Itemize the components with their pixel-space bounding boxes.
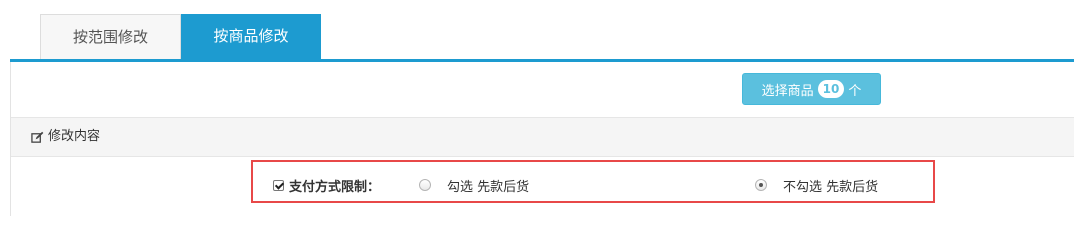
select-goods-label: 选择商品	[761, 83, 814, 99]
radio-circle-selected[interactable]	[755, 179, 767, 191]
select-goods-unit: 个	[848, 83, 862, 99]
checkbox-checked-icon[interactable]	[273, 179, 284, 191]
section-title: 修改内容	[31, 118, 100, 156]
selected-count-badge: 10	[817, 80, 845, 98]
edit-icon	[31, 131, 44, 143]
payment-restriction-label: 支付方式限制：	[289, 179, 381, 195]
tab-underline	[10, 59, 1074, 62]
radio-circle[interactable]	[419, 179, 431, 191]
radio-label: 不勾选 先款后货	[783, 179, 879, 195]
section-header: 修改内容	[11, 117, 1074, 157]
tab-goods-edit[interactable]: 按商品修改	[181, 14, 321, 59]
radio-prepay-unchecked[interactable]: 不勾选 先款后货	[755, 176, 879, 195]
radio-prepay-checked[interactable]: 勾选 先款后货	[419, 176, 530, 195]
tab-range-edit[interactable]: 按范围修改	[40, 14, 181, 59]
payment-restriction-checkbox[interactable]: 支付方式限制：	[273, 176, 381, 195]
radio-label: 勾选 先款后货	[447, 179, 530, 195]
select-goods-button[interactable]: 选择商品 10 个	[742, 73, 881, 105]
tab-bar: 按范围修改 按商品修改	[0, 0, 1074, 62]
section-title-text: 修改内容	[48, 129, 101, 144]
